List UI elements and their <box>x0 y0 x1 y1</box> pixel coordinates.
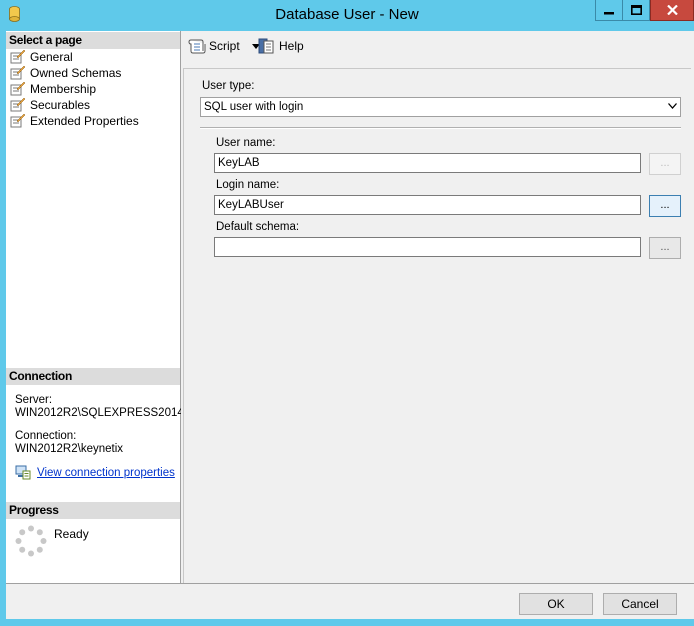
view-connection-properties-link[interactable]: View connection properties <box>37 467 175 479</box>
cancel-button[interactable]: Cancel <box>603 593 677 615</box>
dialog-button-bar: OK Cancel <box>6 583 694 619</box>
separator <box>200 127 681 129</box>
user-type-label: User type: <box>202 80 255 92</box>
page-item-label: Extended Properties <box>30 114 139 128</box>
dialog-window: Database User - New Select a page Genera… <box>0 0 694 626</box>
user-type-value: SQL user with login <box>204 101 304 113</box>
ok-button[interactable]: OK <box>519 593 593 615</box>
page-item-label: Owned Schemas <box>30 66 122 80</box>
user-name-label: User name: <box>216 137 276 149</box>
default-schema-browse-button[interactable]: ... <box>649 237 681 259</box>
progress-spinner-icon <box>15 525 47 560</box>
default-schema-label: Default schema: <box>216 221 300 233</box>
connection-label: Connection: <box>15 430 77 442</box>
page-item-label: General <box>30 50 73 64</box>
page-item-label: Membership <box>30 82 97 96</box>
login-name-browse-button[interactable]: ... <box>649 195 681 217</box>
default-schema-input[interactable] <box>214 237 641 257</box>
close-button[interactable] <box>650 0 694 21</box>
server-label: Server: <box>15 394 53 406</box>
dialog-client: Select a page General Owned Schemas Memb… <box>6 31 694 619</box>
title-bar[interactable]: Database User - New <box>0 0 694 30</box>
minimize-button[interactable] <box>595 0 623 21</box>
page-item-membership[interactable]: Membership <box>10 81 96 97</box>
page-item-label: Securables <box>30 98 91 112</box>
page-item-securables[interactable]: Securables <box>10 97 90 113</box>
server-value: WIN2012R2\SQLEXPRESS2014 <box>15 407 184 419</box>
connection-properties-icon <box>15 465 31 480</box>
help-label: Help <box>279 39 304 53</box>
progress-status: Ready <box>54 527 89 541</box>
general-page-form: User type: SQL user with login User name… <box>183 68 691 583</box>
login-name-label: Login name: <box>216 179 280 191</box>
page-item-extended-properties[interactable]: Extended Properties <box>10 113 139 129</box>
user-name-browse-button[interactable]: ... <box>649 153 681 175</box>
page-item-general[interactable]: General <box>10 49 73 65</box>
page-icon <box>10 66 26 80</box>
maximize-button[interactable] <box>623 0 650 21</box>
user-name-input[interactable]: KeyLAB <box>214 153 641 173</box>
page-icon <box>10 98 26 112</box>
select-page-header: Select a page <box>6 32 180 49</box>
page-icon <box>10 50 26 64</box>
window-title: Database User - New <box>275 6 419 23</box>
view-connection-properties[interactable]: View connection properties <box>15 465 175 480</box>
page-icon <box>10 82 26 96</box>
script-label: Script <box>209 39 240 53</box>
script-button[interactable]: Script <box>188 38 260 54</box>
user-type-select[interactable]: SQL user with login <box>200 97 681 117</box>
minimize-icon <box>604 12 614 15</box>
login-name-input[interactable]: KeyLABUser <box>214 195 641 215</box>
page-icon <box>10 114 26 128</box>
chevron-down-icon <box>668 103 677 109</box>
close-icon <box>666 5 678 15</box>
left-pane: Select a page General Owned Schemas Memb… <box>6 31 184 583</box>
connection-header: Connection <box>6 368 180 385</box>
page-item-owned-schemas[interactable]: Owned Schemas <box>10 65 121 81</box>
progress-header: Progress <box>6 502 180 519</box>
help-button[interactable]: Help <box>258 38 304 54</box>
right-pane: Script Help User type: SQL user with log… <box>181 31 694 583</box>
maximize-icon <box>630 5 642 15</box>
toolbar: Script Help <box>181 31 694 61</box>
help-icon <box>258 38 274 54</box>
script-icon <box>188 39 206 54</box>
connection-value: WIN2012R2\keynetix <box>15 443 124 455</box>
